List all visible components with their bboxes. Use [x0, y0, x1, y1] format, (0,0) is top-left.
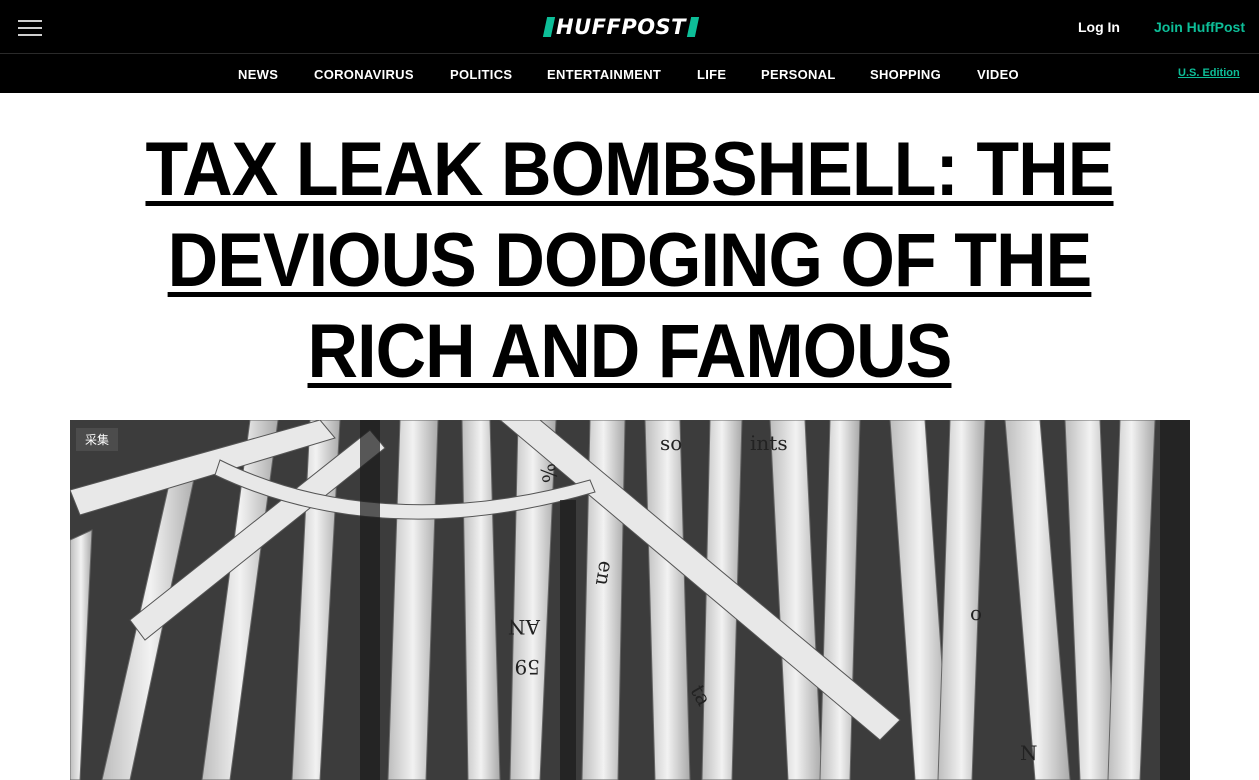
svg-text:AN: AN [508, 615, 541, 639]
huffpost-logo[interactable]: HUFFPOST [542, 15, 700, 39]
hamburger-menu-icon[interactable] [18, 19, 42, 37]
logo-text: HUFFPOST [556, 15, 687, 39]
shredded-paper-image: % en so ints AN 59 ta o N [70, 420, 1190, 780]
svg-text:en: en [591, 559, 619, 588]
svg-text:N: N [1020, 741, 1038, 765]
login-link[interactable]: Log In [1078, 19, 1120, 35]
headline-link[interactable]: TAX LEAK BOMBSHELL: THE DEVIOUS DODGING … [145, 127, 1114, 394]
nav-item-life[interactable]: LIFE [697, 67, 726, 82]
edition-link[interactable]: U.S. Edition [1178, 67, 1240, 79]
article-headline: TAX LEAK BOMBSHELL: THE DEVIOUS DODGING … [106, 124, 1154, 397]
svg-text:o: o [970, 601, 982, 625]
top-header: HUFFPOST Log In Join HuffPost [0, 0, 1259, 53]
nav-item-coronavirus[interactable]: CORONAVIRUS [314, 67, 414, 82]
join-link[interactable]: Join HuffPost [1154, 19, 1245, 35]
logo-right-bar [686, 17, 700, 37]
nav-list: NEWS CORONAVIRUS POLITICS ENTERTAINMENT … [0, 54, 1259, 94]
svg-text:ints: ints [750, 431, 788, 455]
svg-text:59: 59 [515, 655, 540, 679]
nav-item-shopping[interactable]: SHOPPING [870, 67, 941, 82]
nav-item-entertainment[interactable]: ENTERTAINMENT [547, 67, 661, 82]
nav-item-politics[interactable]: POLITICS [450, 67, 512, 82]
nav-item-news[interactable]: NEWS [238, 67, 278, 82]
section-nav: NEWS CORONAVIRUS POLITICS ENTERTAINMENT … [0, 53, 1259, 93]
nav-item-video[interactable]: VIDEO [977, 67, 1019, 82]
svg-text:so: so [660, 431, 682, 455]
nav-item-personal[interactable]: PERSONAL [761, 67, 836, 82]
hero-image[interactable]: 采集 % en so ints AN 59 ta o N [70, 420, 1190, 780]
image-badge: 采集 [76, 428, 119, 451]
logo-left-bar [542, 17, 556, 37]
